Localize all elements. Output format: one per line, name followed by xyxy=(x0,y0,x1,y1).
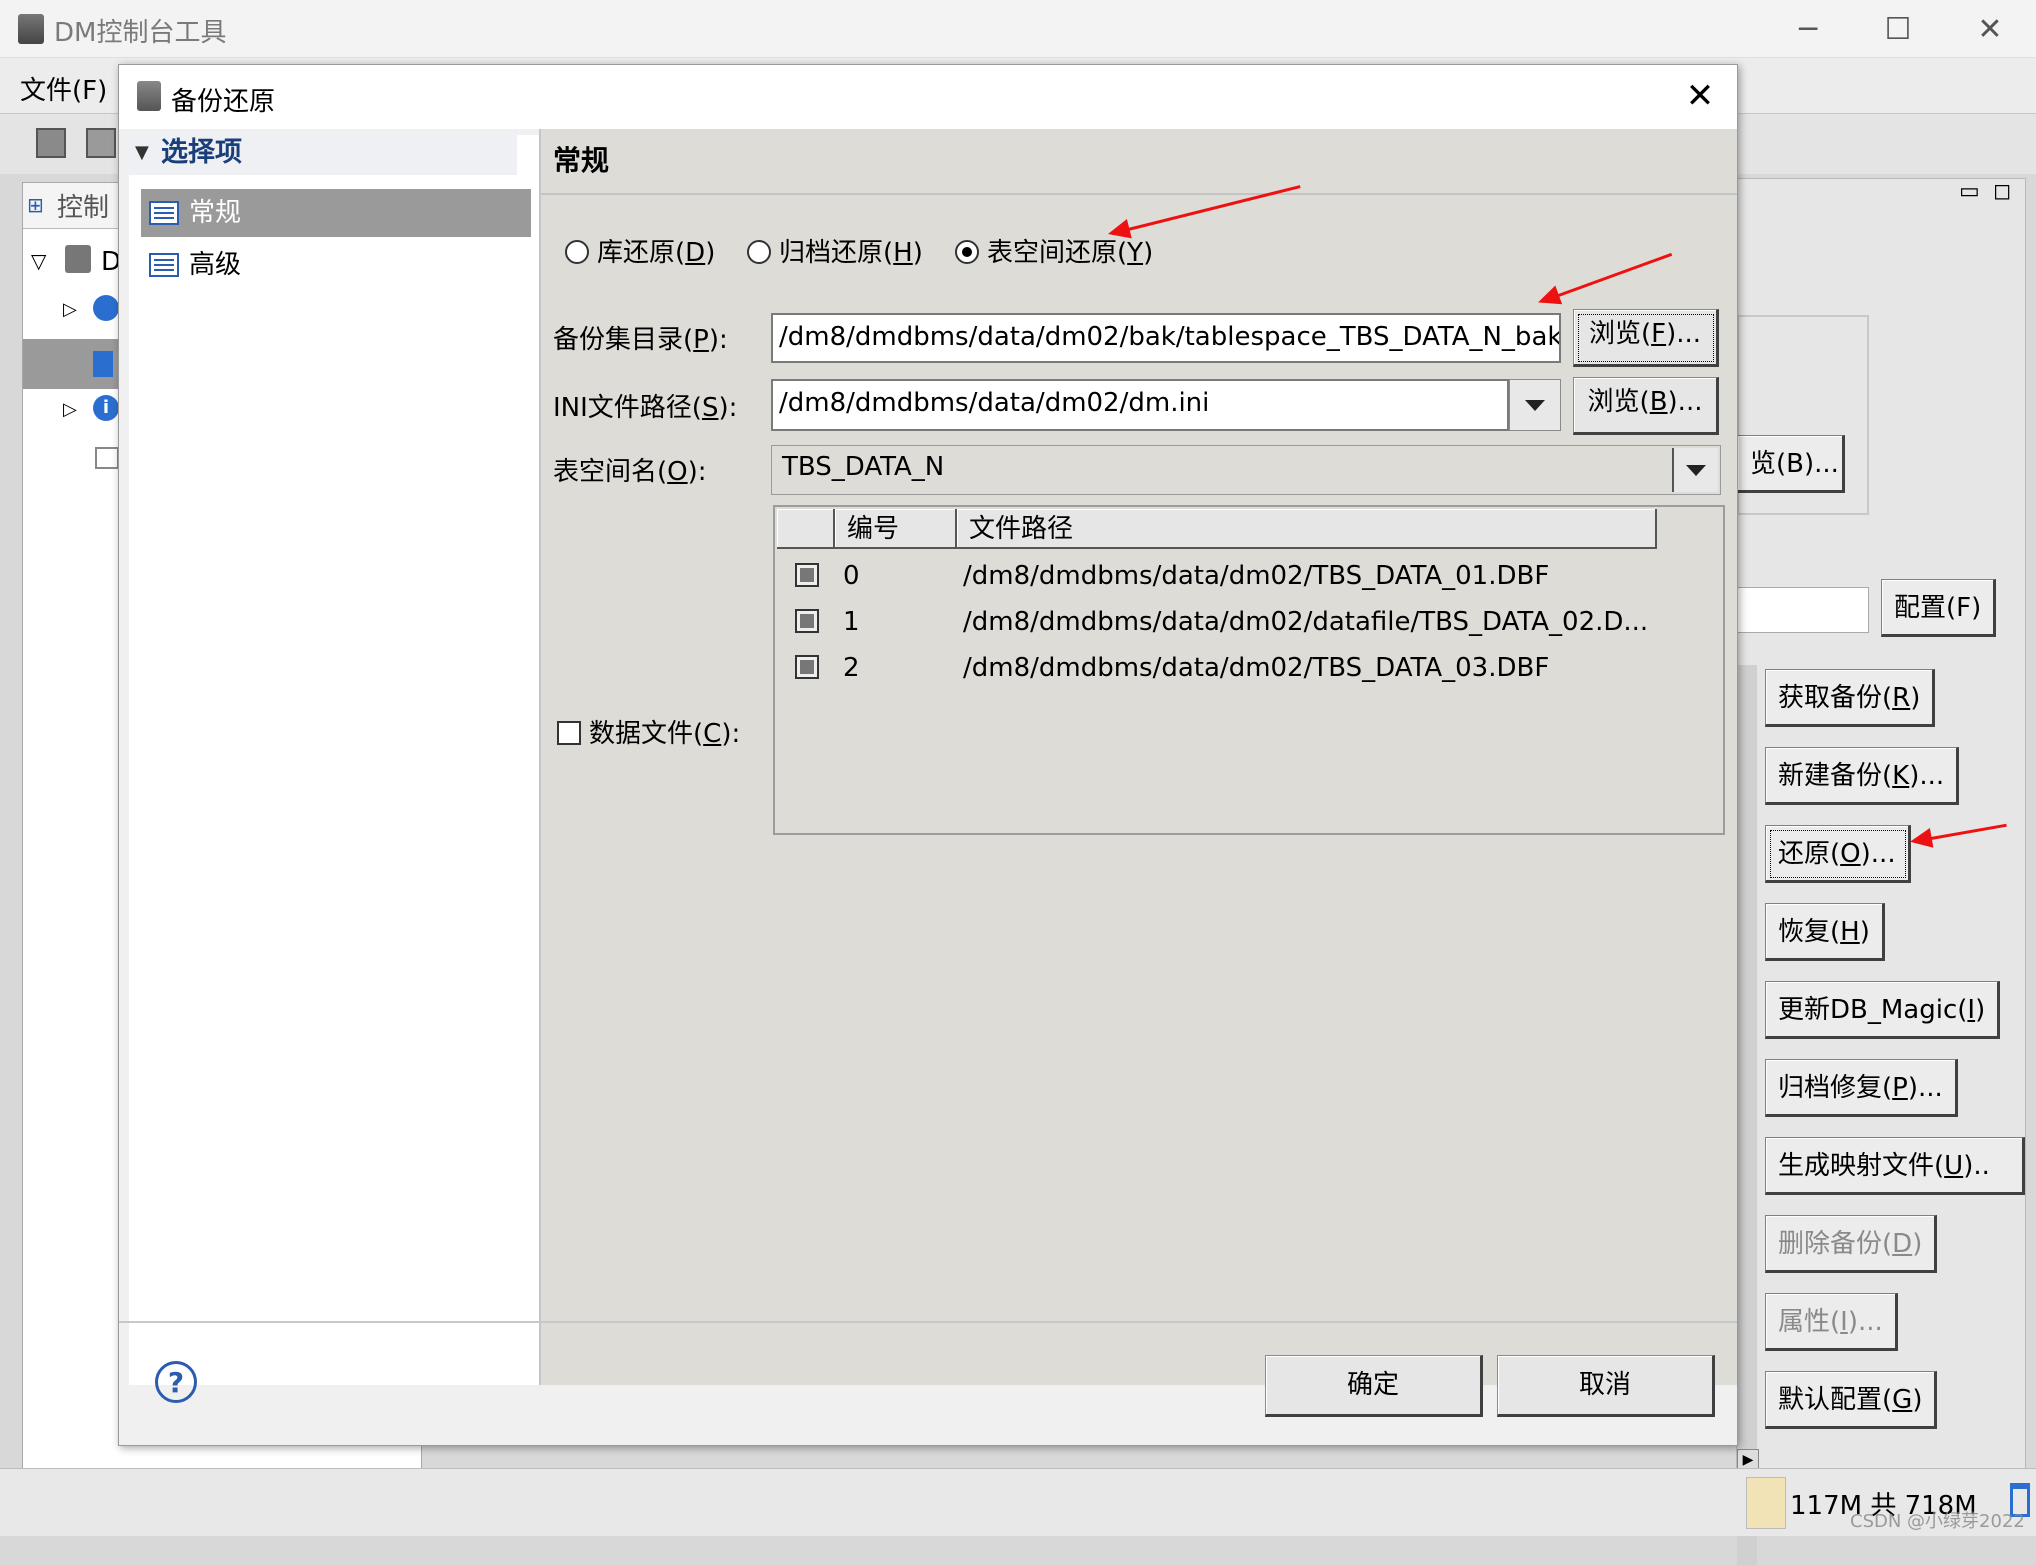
table-row[interactable]: 0 /dm8/dmdbms/data/dm02/TBS_DATA_01.DBF xyxy=(775,553,1715,599)
browse-b-label: 览(B)... xyxy=(1750,449,1839,479)
tree-icon: ⊞ xyxy=(27,193,44,217)
statusbar: 117M 共 718M CSDN @小绿芽2022 xyxy=(0,1468,2036,1536)
ini-path-label: INI文件路径(S): xyxy=(553,393,738,423)
close-window-icon[interactable]: ✕ xyxy=(1960,10,2020,50)
gear-icon xyxy=(93,295,119,321)
tablespace-select[interactable]: TBS_DATA_N xyxy=(771,445,1721,495)
default-config-button[interactable]: 默认配置(G) xyxy=(1765,1371,1938,1429)
row-path: /dm8/dmdbms/data/dm02/datafile/TBS_DATA_… xyxy=(963,607,1649,637)
backup-dir-label: 备份集目录(P): xyxy=(553,325,728,355)
right-panel: ▭ ◻ 览(B)... 配置(F) 获取备份(R) 新建备份(K)... 还原(… xyxy=(1736,178,2026,1565)
ini-path-input[interactable]: /dm8/dmdbms/data/dm02/dm.ini xyxy=(771,379,1509,431)
browse-b-button-partial[interactable]: 览(B)... xyxy=(1737,435,1845,493)
browse-f-button[interactable]: 浏览(F)... xyxy=(1573,309,1719,367)
help-icon[interactable]: ? xyxy=(155,1361,197,1403)
minimize-icon[interactable]: ─ xyxy=(1778,10,1838,50)
row-checkbox[interactable] xyxy=(795,655,819,679)
tablespace-dropdown-icon[interactable] xyxy=(1672,448,1718,492)
ok-button[interactable]: 确定 xyxy=(1265,1355,1483,1417)
window-title: DM控制台工具 xyxy=(54,18,227,48)
memory-swatch xyxy=(1746,1477,1786,1529)
close-icon[interactable]: ✕ xyxy=(1675,73,1725,119)
options-nav xyxy=(129,135,539,1385)
config-input[interactable] xyxy=(1737,587,1869,633)
radio-circle xyxy=(747,239,771,264)
table-header-check xyxy=(777,509,835,549)
dialog-titlebar: 备份还原 ✕ xyxy=(119,65,1737,129)
tree-selected-row[interactable] xyxy=(23,339,123,389)
table-row[interactable]: 1 /dm8/dmdbms/data/dm02/datafile/TBS_DAT… xyxy=(775,599,1715,645)
delete-backup-button[interactable]: 删除备份(D) xyxy=(1765,1215,1938,1273)
datafile-table: 编号 文件路径 0 /dm8/dmdbms/data/dm02/TBS_DATA… xyxy=(773,505,1725,835)
left-tab[interactable]: ⊞ 控制 xyxy=(23,183,119,229)
restore-button[interactable]: 还原(O)... xyxy=(1765,825,1911,883)
tree-expand-icon[interactable]: ▽ xyxy=(31,249,46,273)
section-title: 常规 xyxy=(553,144,610,177)
radio-circle xyxy=(565,239,589,264)
db-icon xyxy=(65,245,91,273)
row-no: 2 xyxy=(843,653,860,683)
tablespace-label: 表空间名(O): xyxy=(553,457,707,487)
nav-item-advanced[interactable]: 高级 xyxy=(141,241,531,289)
ini-path-dropdown-icon[interactable] xyxy=(1509,379,1561,431)
backup-dir-input[interactable]: /dm8/dmdbms/data/dm02/bak/tablespace_TBS… xyxy=(771,313,1561,363)
list-icon xyxy=(149,201,179,225)
row-checkbox[interactable] xyxy=(795,609,819,633)
list-icon xyxy=(149,253,179,277)
info-icon: i xyxy=(93,395,119,421)
save-icon[interactable] xyxy=(36,128,66,158)
nav-item-label: 高级 xyxy=(189,250,242,280)
tree-expand-icon[interactable]: ▷ xyxy=(63,399,77,420)
get-backup-button[interactable]: 获取备份(R) xyxy=(1765,669,1936,727)
app-icon xyxy=(18,14,44,44)
config-button[interactable]: 配置(F) xyxy=(1881,579,1997,637)
section-divider xyxy=(539,193,1737,195)
print-icon[interactable] xyxy=(86,128,116,158)
csdn-watermark: CSDN @小绿芽2022 xyxy=(1850,1511,2025,1532)
row-checkbox[interactable] xyxy=(795,563,819,587)
right-panel-scroll-edge xyxy=(1737,665,1757,1565)
log-icon xyxy=(95,447,119,469)
config-label: 配置(F) xyxy=(1894,593,1982,623)
panel-maximize-icon[interactable]: ◻ xyxy=(1993,179,2011,204)
update-db-magic-button[interactable]: 更新DB_Magic(I) xyxy=(1765,981,2001,1039)
menu-file[interactable]: 文件(F) xyxy=(20,70,107,107)
left-tab-label: 控制 xyxy=(57,193,110,223)
tree-expand-icon[interactable]: ▷ xyxy=(63,299,77,320)
backup-icon xyxy=(93,351,113,377)
dialog-title: 备份还原 xyxy=(171,87,276,117)
radio-archive-restore[interactable]: 归档还原(H) xyxy=(747,233,923,273)
panel-minimize-icon[interactable]: ▭ xyxy=(1959,179,1980,204)
collapse-icon: ▼ xyxy=(135,142,149,163)
table-row[interactable]: 2 /dm8/dmdbms/data/dm02/TBS_DATA_03.DBF xyxy=(775,645,1715,691)
datafile-checkbox[interactable]: 数据文件(C): xyxy=(557,713,740,750)
table-header-no[interactable]: 编号 xyxy=(835,509,957,549)
row-no: 1 xyxy=(843,607,860,637)
cancel-button[interactable]: 取消 xyxy=(1497,1355,1715,1417)
dialog-app-icon xyxy=(137,81,161,111)
browse-b-button[interactable]: 浏览(B)... xyxy=(1573,377,1719,435)
properties-button[interactable]: 属性(I)... xyxy=(1765,1293,1898,1351)
nav-header-label: 选择项 xyxy=(161,137,242,168)
datafile-checkbox-box xyxy=(557,720,581,745)
archive-repair-button[interactable]: 归档修复(P)... xyxy=(1765,1059,1958,1117)
table-header-path[interactable]: 文件路径 xyxy=(957,509,1657,549)
tablespace-value: TBS_DATA_N xyxy=(782,452,945,482)
footer-divider xyxy=(119,1321,1737,1323)
window-titlebar: DM控制台工具 ─ ☐ ✕ xyxy=(0,0,2036,58)
nav-item-general[interactable]: 常规 xyxy=(141,189,531,237)
nav-item-label: 常规 xyxy=(189,198,242,228)
maximize-icon[interactable]: ☐ xyxy=(1868,10,1928,50)
row-path: /dm8/dmdbms/data/dm02/TBS_DATA_03.DBF xyxy=(963,653,1550,683)
backup-restore-dialog: 备份还原 ✕ ▼ 选择项 常规 高级 常规 库还原(D) 归档还原(H) 表空间… xyxy=(118,64,1738,1446)
nav-header[interactable]: ▼ 选择项 xyxy=(125,131,517,175)
row-no: 0 xyxy=(843,561,860,591)
radio-db-restore[interactable]: 库还原(D) xyxy=(565,233,715,273)
new-backup-button[interactable]: 新建备份(K)... xyxy=(1765,747,1960,805)
radio-circle-checked xyxy=(955,239,979,264)
row-path: /dm8/dmdbms/data/dm02/TBS_DATA_01.DBF xyxy=(963,561,1550,591)
recover-button[interactable]: 恢复(H) xyxy=(1765,903,1885,961)
generate-map-file-button[interactable]: 生成映射文件(U).. xyxy=(1765,1137,2025,1195)
